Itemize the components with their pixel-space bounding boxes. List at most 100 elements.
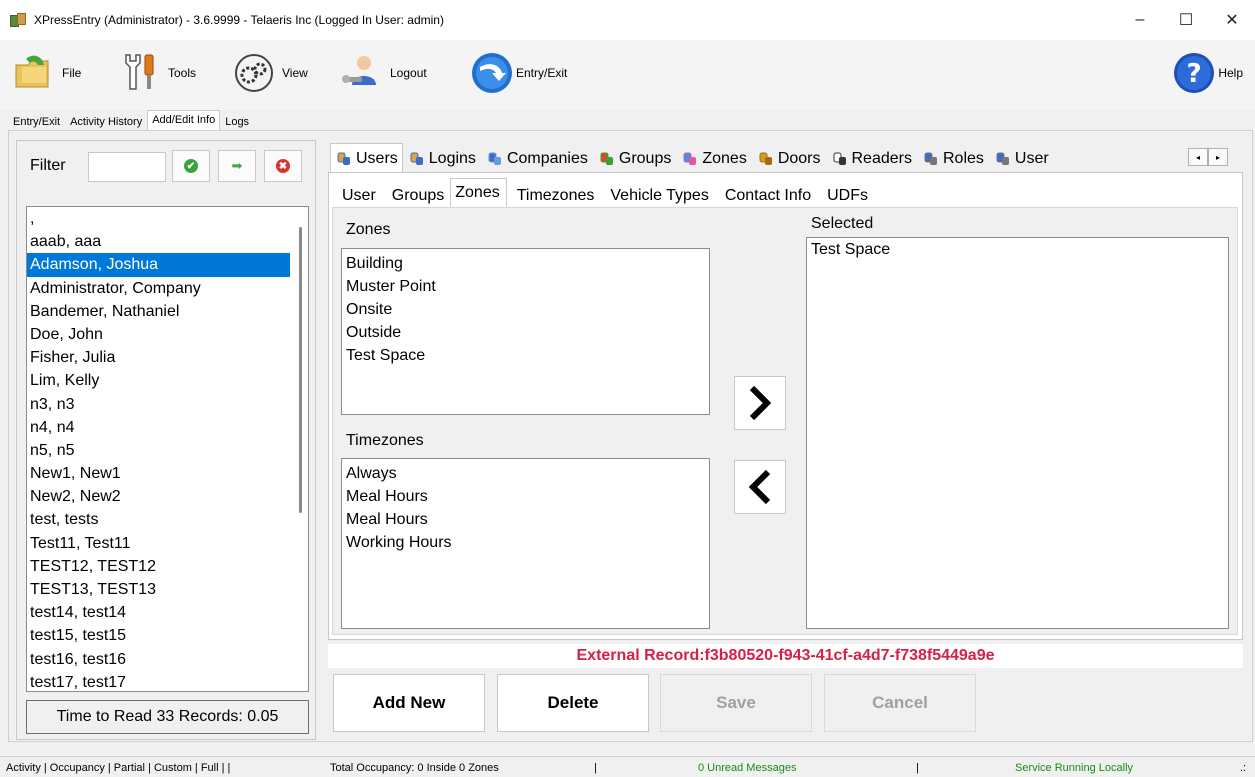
add-new-button[interactable]: Add New xyxy=(333,674,485,732)
subtab-vehicle-types[interactable]: Vehicle Types xyxy=(600,182,714,208)
subtab-groups[interactable]: Groups xyxy=(382,182,450,208)
user-list-item[interactable]: Test11, Test11 xyxy=(27,532,308,555)
status-modes[interactable]: Activity | Occupancy | Partial | Custom … xyxy=(6,762,230,774)
zone-list-item[interactable]: Building xyxy=(342,252,709,275)
tab-label: Groups xyxy=(618,150,672,167)
entry-exit-button[interactable]: Entry/Exit xyxy=(470,48,567,98)
tab-readers[interactable]: Readers xyxy=(826,145,917,173)
subtab-user[interactable]: User xyxy=(332,182,382,208)
user-list-item[interactable]: test14, test14 xyxy=(27,601,308,624)
green-arrow-icon: ➡ xyxy=(231,158,243,173)
companies-icon xyxy=(488,152,502,166)
tab-logs[interactable]: Logs xyxy=(220,112,254,130)
tab-zones[interactable]: Zones xyxy=(676,145,751,173)
help-glyph: ? xyxy=(1187,59,1202,89)
tab-groups[interactable]: Groups xyxy=(593,145,676,173)
resize-grip[interactable]: .: xyxy=(1240,762,1246,774)
user-list-item[interactable]: test, tests xyxy=(27,508,308,531)
user-list-item[interactable]: Lim, Kelly xyxy=(27,369,308,392)
cancel-button[interactable]: Cancel xyxy=(824,674,976,732)
file-label: File xyxy=(62,66,82,80)
timezones-list[interactable]: Always Meal Hours Meal Hours Working Hours xyxy=(341,458,710,629)
user-list-item[interactable]: Adamson, Joshua xyxy=(27,253,290,277)
timezone-list-item[interactable]: Meal Hours xyxy=(342,485,709,508)
tabs-scroll-left-button[interactable]: ◂ xyxy=(1188,148,1208,166)
timezone-list-item[interactable]: Working Hours xyxy=(342,531,709,554)
subtab-contact-info[interactable]: Contact Info xyxy=(715,182,817,208)
selected-label: Selected xyxy=(811,215,874,232)
file-menu[interactable]: File xyxy=(12,48,81,98)
timezone-list-item[interactable]: Meal Hours xyxy=(342,508,709,531)
tab-roles[interactable]: Roles xyxy=(917,145,989,173)
logout-button[interactable]: Logout xyxy=(340,48,427,98)
tab-logins[interactable]: Logins xyxy=(403,145,481,173)
help-button[interactable]: ? Help xyxy=(1172,48,1243,98)
users-icon xyxy=(337,152,351,166)
zone-list-item[interactable]: Outside xyxy=(342,321,709,344)
wrench-screwdriver-icon xyxy=(118,51,162,95)
clear-icon: ✖ xyxy=(276,159,290,173)
add-zone-button[interactable] xyxy=(734,376,786,430)
tab-add-edit-info[interactable]: Add/Edit Info xyxy=(147,110,221,130)
read-status: Time to Read 33 Records: 0.05 xyxy=(26,700,309,734)
logout-label: Logout xyxy=(390,66,427,80)
subtab-timezones[interactable]: Timezones xyxy=(507,182,601,208)
next-filter-button[interactable]: ➡ xyxy=(218,150,256,182)
user-list-item[interactable]: TEST13, TEST13 xyxy=(27,578,308,601)
user-list-item[interactable]: New1, New1 xyxy=(27,462,308,485)
close-button[interactable]: ✕ xyxy=(1209,0,1255,40)
user-list-item[interactable]: n4, n4 xyxy=(27,416,308,439)
filter-input[interactable] xyxy=(88,152,166,182)
minimize-button[interactable]: – xyxy=(1117,0,1163,40)
tab-users[interactable]: Users xyxy=(330,143,403,173)
user-list-item[interactable]: n5, n5 xyxy=(27,439,308,462)
user-list-item[interactable]: test15, test15 xyxy=(27,624,308,647)
tab-entry-exit[interactable]: Entry/Exit xyxy=(8,112,65,130)
filter-label: Filter xyxy=(30,157,66,174)
folder-icon xyxy=(12,51,56,95)
tabs-scroll-right-button[interactable]: ▸ xyxy=(1208,148,1228,166)
user-list-item[interactable]: Bandemer, Nathaniel xyxy=(27,300,308,323)
user-list-item[interactable]: Fisher, Julia xyxy=(27,346,308,369)
zone-list-item[interactable]: Onsite xyxy=(342,298,709,321)
user-list-scrollbar[interactable] xyxy=(299,227,302,513)
view-menu[interactable]: View xyxy=(232,48,308,98)
tab-companies[interactable]: Companies xyxy=(481,145,593,173)
zone-list-item[interactable]: Test Space xyxy=(342,344,709,367)
user-list-item[interactable]: aaab, aaa xyxy=(27,230,308,253)
user-list-item[interactable]: test17, test17 xyxy=(27,671,308,691)
toolbar: File Tools View Logout Entry/Exit ? Help xyxy=(0,40,1255,110)
user-list-item[interactable]: n3, n3 xyxy=(27,393,308,416)
tab-activity-history[interactable]: Activity History xyxy=(65,112,147,130)
zone-list-item[interactable]: Muster Point xyxy=(342,275,709,298)
apply-filter-button[interactable]: ✔ xyxy=(172,150,210,182)
zones-list[interactable]: Building Muster Point Onsite Outside Test Sp… xyxy=(341,248,710,415)
delete-button[interactable]: Delete xyxy=(497,674,649,732)
status-messages[interactable]: 0 Unread Messages xyxy=(698,762,796,774)
user-list-item[interactable]: test16, test16 xyxy=(27,648,308,671)
save-button[interactable]: Save xyxy=(660,674,812,732)
user-list-item[interactable]: New2, New2 xyxy=(27,485,308,508)
tools-menu[interactable]: Tools xyxy=(118,48,196,98)
view-label: View xyxy=(282,66,308,80)
maximize-button[interactable]: ☐ xyxy=(1163,0,1209,40)
tab-label: User xyxy=(1014,150,1049,167)
gears-icon xyxy=(232,51,276,95)
user-list[interactable]: , aaab, aaa Adamson, Joshua Administrator, … xyxy=(26,206,309,692)
user-list-item[interactable]: , xyxy=(27,207,308,230)
tab-user[interactable]: User xyxy=(989,145,1054,173)
user-list-item[interactable]: Administrator, Company xyxy=(27,277,308,300)
user-list-item[interactable]: TEST12, TEST12 xyxy=(27,555,308,578)
remove-zone-button[interactable] xyxy=(734,460,786,514)
subtab-udfs[interactable]: UDFs xyxy=(817,182,874,208)
user-list-item[interactable]: Doe, John xyxy=(27,323,308,346)
subtab-zones[interactable]: Zones xyxy=(450,178,507,208)
status-service: Service Running Locally xyxy=(1015,762,1134,774)
tab-doors[interactable]: Doors xyxy=(752,145,826,173)
tab-label: Readers xyxy=(851,150,912,167)
tab-label: Doors xyxy=(777,150,821,167)
clear-filter-button[interactable]: ✖ xyxy=(264,150,302,182)
selected-list-item[interactable]: Test Space xyxy=(807,238,1228,261)
timezone-list-item[interactable]: Always xyxy=(342,462,709,485)
selected-list[interactable]: Test Space xyxy=(806,237,1229,629)
